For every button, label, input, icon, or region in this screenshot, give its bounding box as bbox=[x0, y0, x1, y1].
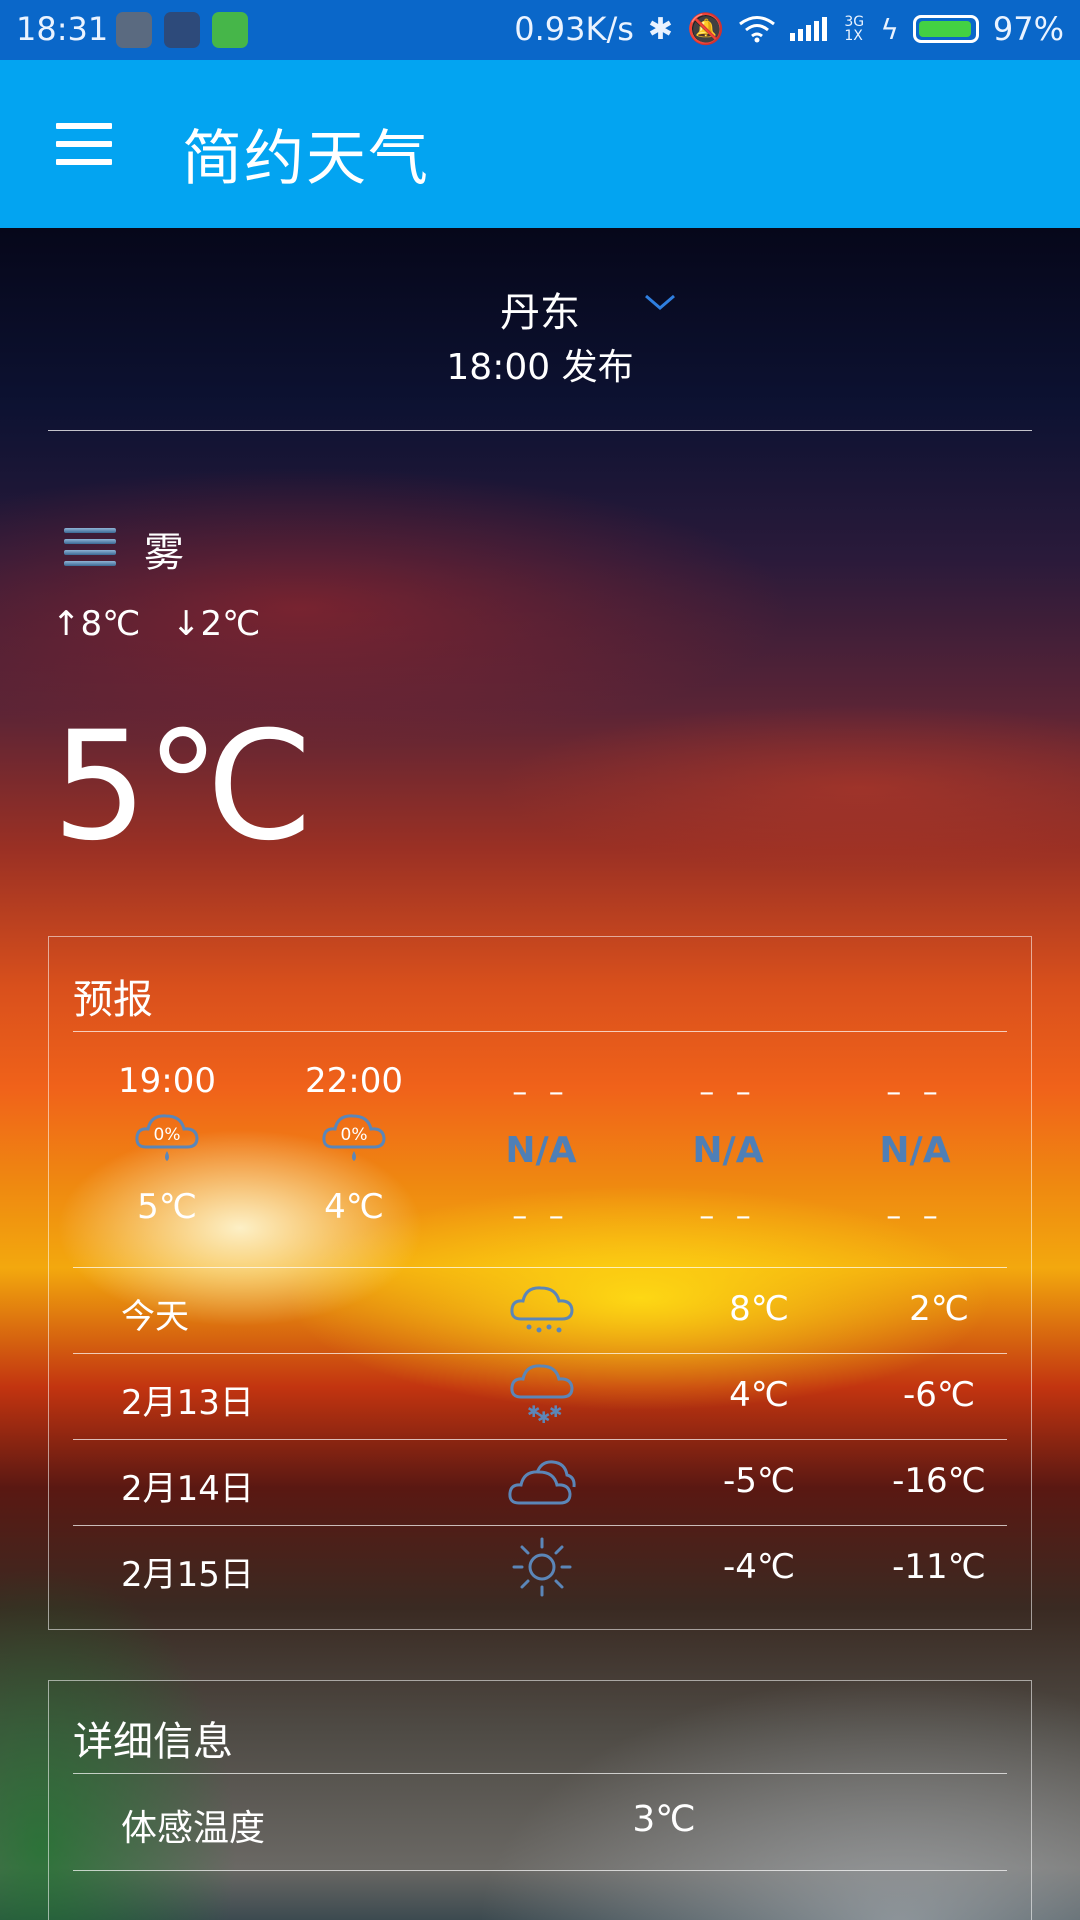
divider bbox=[73, 1870, 1007, 1871]
hourly-item: 19:00 0% 5℃ bbox=[77, 1061, 257, 1227]
snow-icon: ✱ ✱ ✱ bbox=[510, 1364, 574, 1427]
day-high: -5℃ bbox=[722, 1461, 796, 1501]
divider bbox=[73, 1525, 1007, 1526]
mute-icon: 🔕 bbox=[687, 11, 725, 47]
divider bbox=[73, 1353, 1007, 1354]
detail-label: 体感温度 bbox=[121, 1808, 266, 1849]
precip-chance: 0% bbox=[341, 1125, 368, 1145]
today-low: ↓2℃ bbox=[172, 604, 261, 644]
day-high: 4℃ bbox=[729, 1375, 789, 1415]
app-bar: 简约天气 bbox=[0, 60, 1080, 228]
daily-row: 2月13日 ✱ ✱ ✱ 4℃ -6℃ bbox=[49, 1355, 1033, 1439]
status-bar: 18:31 0.93K/s ✱ 🔕 3G 1X ϟ 97% bbox=[0, 0, 1080, 60]
network-type: 3G 1X bbox=[844, 14, 865, 44]
status-time: 18:31 bbox=[16, 10, 109, 48]
wifi-icon bbox=[739, 16, 776, 43]
day-low: 2℃ bbox=[909, 1289, 969, 1329]
battery-percent: 97% bbox=[992, 10, 1064, 48]
hourly-temp: – – bbox=[699, 1199, 757, 1234]
app-notification-icon bbox=[116, 12, 152, 48]
hourly-time: – – bbox=[699, 1075, 757, 1110]
hourly-item: – – N/A – – bbox=[451, 1075, 631, 1234]
daily-row: 今天 8℃ 2℃ bbox=[49, 1269, 1033, 1353]
details-title: 详细信息 bbox=[73, 1719, 233, 1765]
app-title: 简约天气 bbox=[182, 124, 430, 194]
battery-icon bbox=[912, 15, 979, 43]
hourly-temp: 5℃ bbox=[137, 1187, 197, 1227]
publish-time: 18:00 发布 bbox=[446, 347, 634, 388]
hourly-temp: 4℃ bbox=[324, 1187, 384, 1227]
hourly-time: – – bbox=[886, 1075, 944, 1110]
svg-text:✱: ✱ bbox=[549, 1402, 562, 1421]
signal-icon bbox=[790, 17, 828, 41]
hourly-item: 22:00 0% 4℃ bbox=[264, 1061, 444, 1227]
hourly-item: – – N/A – – bbox=[825, 1075, 1005, 1234]
daily-row: 2月14日 -5℃ -16℃ bbox=[49, 1441, 1033, 1525]
divider bbox=[73, 1773, 1007, 1774]
forecast-card: 预报 19:00 0% 5℃ 22:00 0% 4℃ – – N/A – – –… bbox=[48, 936, 1032, 1630]
rain-cloud-icon: 0% bbox=[135, 1114, 199, 1161]
hamburger-menu-icon[interactable] bbox=[56, 123, 112, 165]
detail-value: 3℃ bbox=[632, 1799, 696, 1840]
daily-row: 2月15日 -4℃ -11℃ bbox=[49, 1527, 1033, 1611]
divider bbox=[73, 1031, 1007, 1032]
hourly-item: – – N/A – – bbox=[638, 1075, 818, 1234]
network-speed: 0.93K/s bbox=[514, 10, 634, 48]
precip-chance: 0% bbox=[154, 1125, 181, 1145]
hourly-time: 19:00 bbox=[118, 1061, 216, 1101]
cloudy-icon bbox=[508, 1460, 576, 1505]
day-high: -4℃ bbox=[722, 1547, 796, 1587]
bluetooth-icon: ✱ bbox=[647, 11, 674, 47]
day-low: -16℃ bbox=[892, 1461, 986, 1501]
telegram-notification-icon bbox=[164, 12, 200, 48]
android-notification-icon bbox=[212, 12, 248, 48]
hourly-time: 22:00 bbox=[305, 1061, 403, 1101]
chevron-down-icon[interactable] bbox=[642, 290, 678, 314]
fog-icon bbox=[64, 528, 116, 566]
day-label: 2月15日 bbox=[121, 1555, 254, 1595]
day-low: -11℃ bbox=[892, 1547, 986, 1587]
na-label: N/A bbox=[505, 1130, 577, 1171]
city-name[interactable]: 丹东 bbox=[0, 280, 1080, 338]
day-high: 8℃ bbox=[729, 1289, 789, 1329]
current-condition: 雾 bbox=[144, 530, 184, 576]
today-high: ↑8℃ bbox=[52, 604, 141, 644]
forecast-title: 预报 bbox=[73, 977, 153, 1023]
day-low: -6℃ bbox=[902, 1375, 976, 1415]
day-label: 今天 bbox=[121, 1297, 189, 1337]
hourly-temp: – – bbox=[886, 1199, 944, 1234]
divider bbox=[73, 1267, 1007, 1268]
details-card: 详细信息 体感温度 3℃ bbox=[48, 1680, 1032, 1920]
na-label: N/A bbox=[879, 1130, 951, 1171]
na-label: N/A bbox=[692, 1130, 764, 1171]
divider bbox=[73, 1439, 1007, 1440]
day-label: 2月13日 bbox=[121, 1383, 254, 1423]
rain-cloud-icon: 0% bbox=[322, 1114, 386, 1161]
light-snow-icon bbox=[510, 1286, 574, 1333]
day-label: 2月14日 bbox=[121, 1469, 254, 1509]
sunny-icon bbox=[512, 1537, 572, 1597]
divider bbox=[48, 430, 1032, 431]
charging-icon: ϟ bbox=[880, 12, 899, 46]
current-temperature: 5℃ bbox=[52, 700, 314, 874]
hourly-temp: – – bbox=[512, 1199, 570, 1234]
hourly-time: – – bbox=[512, 1075, 570, 1110]
